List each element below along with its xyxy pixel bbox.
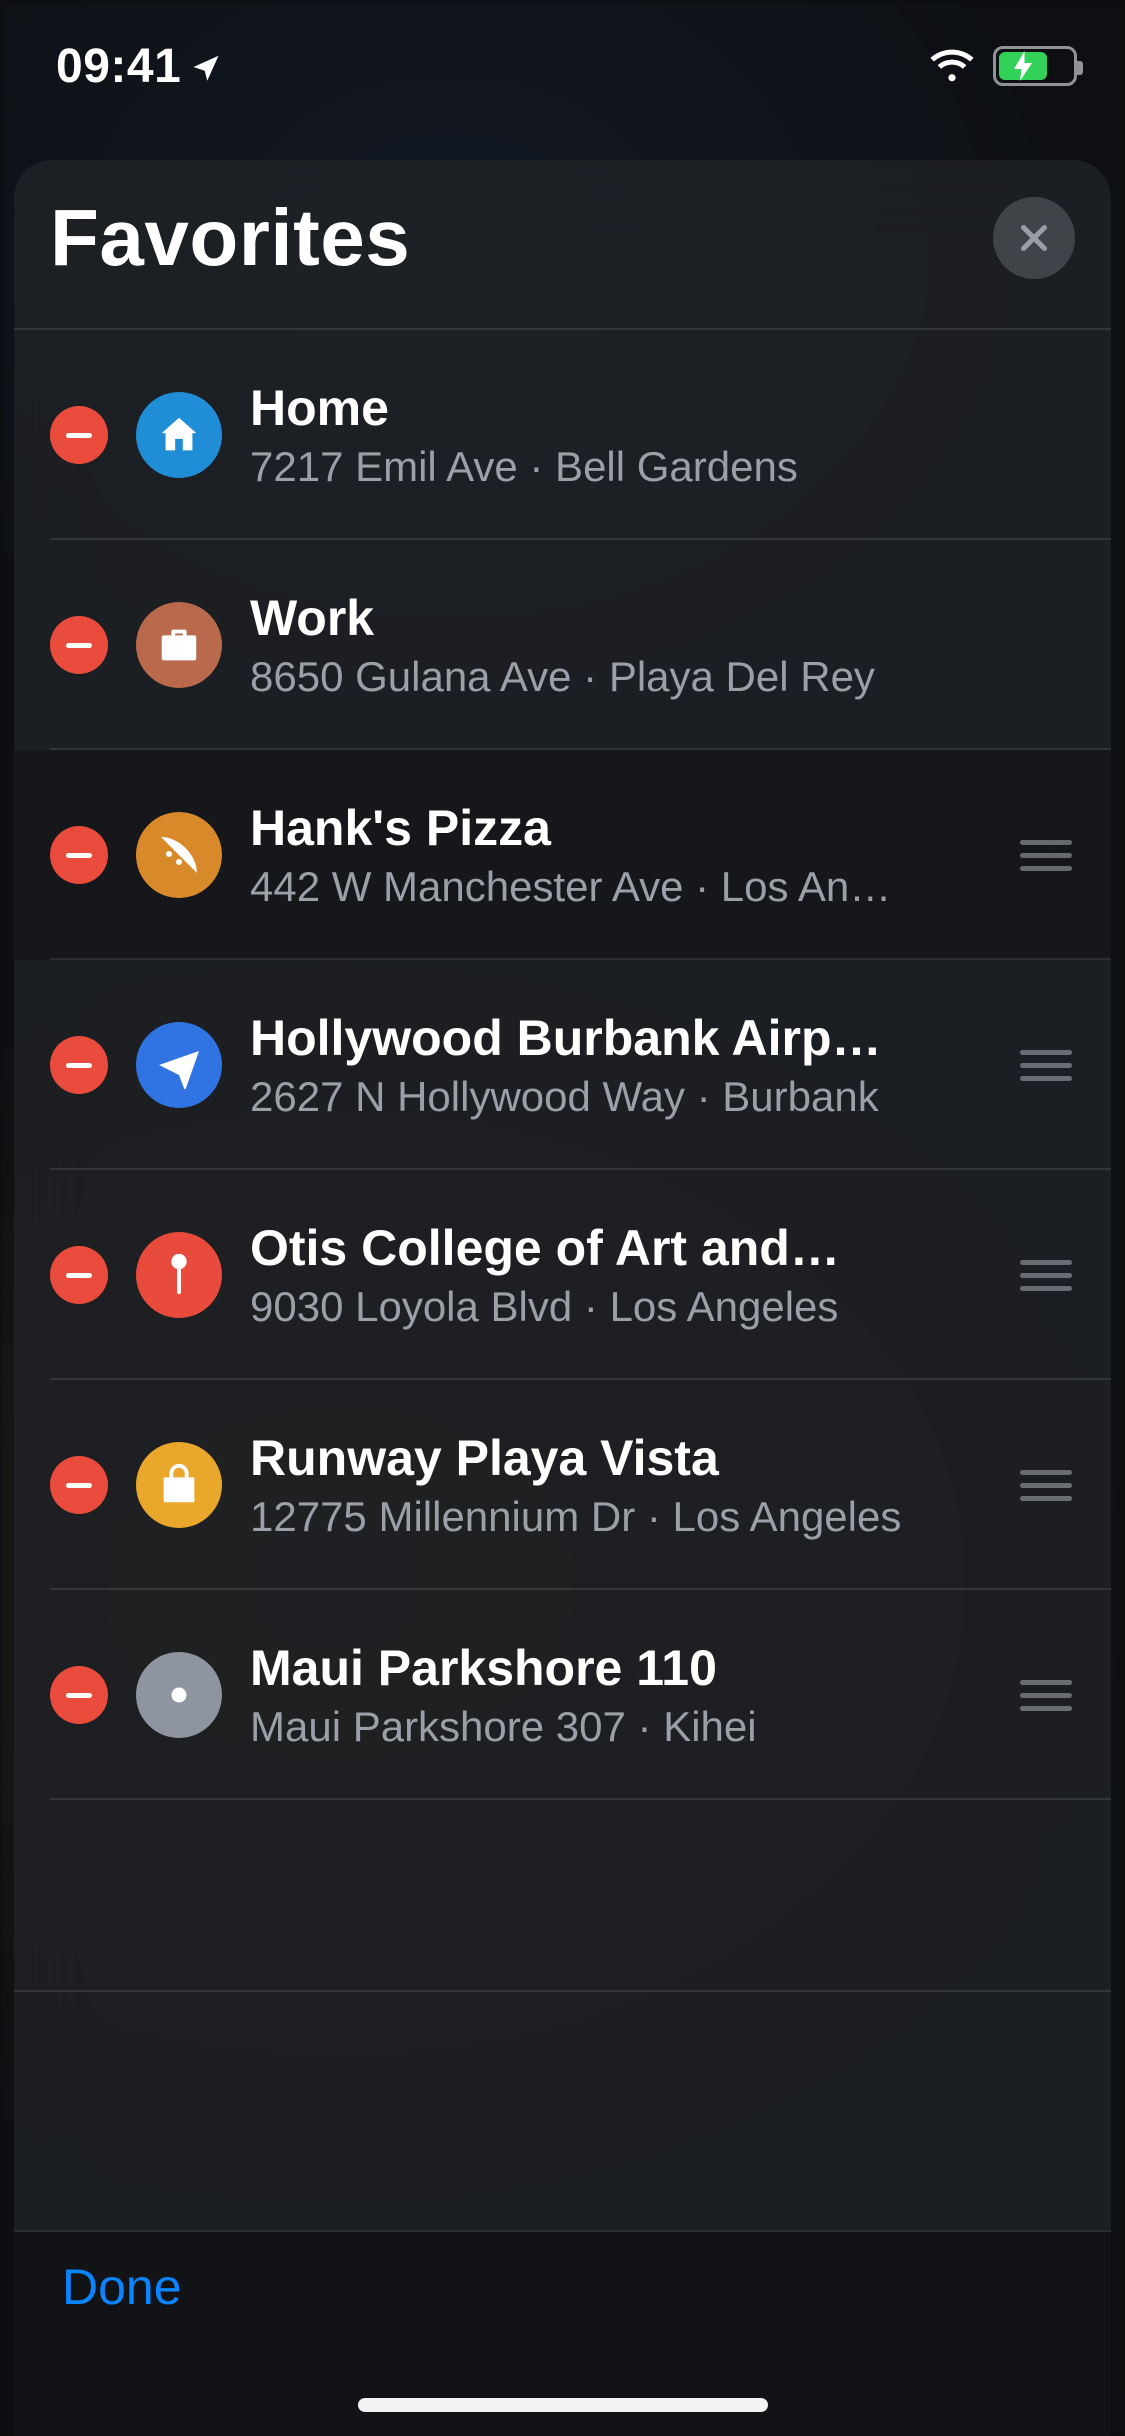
favorite-row[interactable]: Maui Parkshore 110 Maui Parkshore 307 · K… (14, 1590, 1111, 1800)
charging-bolt-icon (1014, 51, 1032, 81)
drag-handle-bar (1020, 840, 1072, 845)
status-right (929, 46, 1077, 86)
drag-handle-bar (1020, 1496, 1072, 1501)
drag-handle-bar (1020, 853, 1072, 858)
favorite-text: Hank's Pizza 442 W Manchester Ave · Los A… (250, 799, 989, 911)
delete-button[interactable] (50, 406, 108, 464)
favorite-title: Hollywood Burbank Airp… (250, 1009, 989, 1067)
drag-handle-bar (1020, 1680, 1072, 1685)
drag-handle[interactable] (1017, 840, 1075, 871)
location-arrow-icon (191, 39, 221, 94)
favorite-text: Otis College of Art and… 9030 Loyola Blvd… (250, 1219, 989, 1331)
minus-icon (66, 1483, 92, 1488)
favorite-title: Maui Parkshore 110 (250, 1639, 989, 1697)
delete-button[interactable] (50, 1456, 108, 1514)
delete-button[interactable] (50, 616, 108, 674)
favorite-subtitle: 442 W Manchester Ave · Los An… (250, 863, 989, 911)
favorite-text: Maui Parkshore 110 Maui Parkshore 307 · K… (250, 1639, 989, 1751)
delete-button[interactable] (50, 1246, 108, 1304)
drag-handle-bar (1020, 1693, 1072, 1698)
drag-handle[interactable] (1017, 1260, 1075, 1291)
drag-handle[interactable] (1017, 1680, 1075, 1711)
airplane-icon (136, 1022, 222, 1108)
sheet-header: Favorites (14, 160, 1111, 328)
favorite-row[interactable]: Hank's Pizza 442 W Manchester Ave · Los A… (14, 750, 1111, 960)
close-icon (1016, 220, 1052, 256)
minus-icon (66, 1693, 92, 1698)
drag-handle-bar (1020, 1286, 1072, 1291)
delete-button[interactable] (50, 826, 108, 884)
favorite-row[interactable]: Work 8650 Gulana Ave · Playa Del Rey (14, 540, 1111, 750)
drag-handle-bar (1020, 1470, 1072, 1475)
minus-icon (66, 433, 92, 438)
favorite-subtitle: 2627 N Hollywood Way · Burbank (250, 1073, 989, 1121)
favorite-subtitle: 8650 Gulana Ave · Playa Del Rey (250, 653, 1075, 701)
favorite-title: Hank's Pizza (250, 799, 989, 857)
home-indicator[interactable] (358, 2398, 768, 2412)
delete-button[interactable] (50, 1666, 108, 1724)
favorite-row[interactable]: Hollywood Burbank Airp… 2627 N Hollywood … (14, 960, 1111, 1170)
pin-icon (136, 1232, 222, 1318)
favorite-text: Home 7217 Emil Ave · Bell Gardens (250, 379, 1075, 491)
favorite-title: Home (250, 379, 1075, 437)
minus-icon (66, 643, 92, 648)
drag-handle-bar (1020, 1050, 1072, 1055)
drag-handle-bar (1020, 1273, 1072, 1278)
close-button[interactable] (993, 197, 1075, 279)
favorite-title: Work (250, 589, 1075, 647)
favorite-subtitle: 12775 Millennium Dr · Los Angeles (250, 1493, 989, 1541)
favorite-subtitle: 9030 Loyola Blvd · Los Angeles (250, 1283, 989, 1331)
favorite-title: Runway Playa Vista (250, 1429, 989, 1487)
drag-handle-bar (1020, 1260, 1072, 1265)
drag-handle[interactable] (1017, 1050, 1075, 1081)
delete-button[interactable] (50, 1036, 108, 1094)
row-divider (50, 1798, 1111, 1800)
favorite-row[interactable]: Home 7217 Emil Ave · Bell Gardens (14, 330, 1111, 540)
favorite-row[interactable]: Runway Playa Vista 12775 Millennium Dr · … (14, 1380, 1111, 1590)
battery-icon (993, 46, 1077, 86)
favorite-text: Work 8650 Gulana Ave · Playa Del Rey (250, 589, 1075, 701)
favorites-list: Home 7217 Emil Ave · Bell Gardens Work 865… (14, 330, 1111, 1800)
drag-handle-bar (1020, 1076, 1072, 1081)
status-bar: 09:41 (0, 0, 1125, 132)
home-icon (136, 392, 222, 478)
favorites-sheet: Favorites Home 7217 Emil Ave · Bell Garde… (14, 160, 1111, 2436)
drag-handle[interactable] (1017, 1470, 1075, 1501)
favorite-title: Otis College of Art and… (250, 1219, 989, 1277)
minus-icon (66, 853, 92, 858)
dot-icon (136, 1652, 222, 1738)
drag-handle-bar (1020, 866, 1072, 871)
briefcase-icon (136, 602, 222, 688)
done-button[interactable]: Done (62, 2258, 1063, 2316)
list-bottom-divider (14, 1990, 1111, 1992)
favorite-subtitle: Maui Parkshore 307 · Kihei (250, 1703, 989, 1751)
drag-handle-bar (1020, 1063, 1072, 1068)
favorite-text: Runway Playa Vista 12775 Millennium Dr · … (250, 1429, 989, 1541)
favorite-row[interactable]: Otis College of Art and… 9030 Loyola Blvd… (14, 1170, 1111, 1380)
drag-handle-bar (1020, 1483, 1072, 1488)
status-left: 09:41 (56, 39, 221, 94)
wifi-icon (929, 48, 975, 84)
status-time: 09:41 (56, 39, 181, 94)
favorite-text: Hollywood Burbank Airp… 2627 N Hollywood … (250, 1009, 989, 1121)
minus-icon (66, 1273, 92, 1278)
battery-fill (999, 52, 1047, 80)
favorite-subtitle: 7217 Emil Ave · Bell Gardens (250, 443, 1075, 491)
minus-icon (66, 1063, 92, 1068)
drag-handle-bar (1020, 1706, 1072, 1711)
pizza-icon (136, 812, 222, 898)
sheet-title: Favorites (50, 192, 410, 284)
shopping-icon (136, 1442, 222, 1528)
